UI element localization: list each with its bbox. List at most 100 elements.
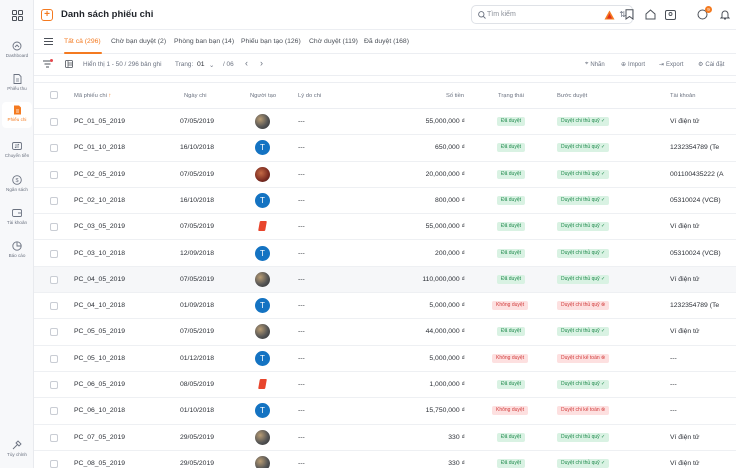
sidebar-item-reports[interactable]: Báo cáo [2, 238, 32, 264]
home-icon[interactable] [644, 8, 657, 21]
sidebar-item-dashboard[interactable]: Dashboard [2, 38, 32, 64]
approval-step-badge: Duyệt chi kế toán ⊗ [557, 353, 610, 363]
search-input[interactable]: Tìm kiếm [487, 11, 516, 18]
payment-code[interactable]: PC_08_05_2019 [74, 460, 125, 467]
approval-step-badge: Duyệt chi thủ quỹ ✓ [557, 327, 610, 337]
table-row[interactable]: PC_01_05_2019 07/05/2019 --- 55,000,000 ₫ Đã… [34, 109, 736, 136]
row-checkbox[interactable] [50, 249, 58, 258]
add-button[interactable]: + [41, 9, 53, 21]
search-icon [478, 11, 486, 21]
table-row[interactable]: PC_03_10_2018 12/09/2018 T --- 200,000 ₫ Đã d… [34, 241, 736, 267]
payment-code[interactable]: PC_05_05_2019 [74, 328, 125, 335]
table-row[interactable]: PC_02_10_2018 16/10/2018 T --- 800,000 ₫ Đã d… [34, 188, 736, 215]
bookmark-icon[interactable] [623, 8, 636, 21]
status-badge: Đã duyệt [497, 458, 526, 468]
bell-icon[interactable] [718, 8, 731, 21]
row-checkbox[interactable] [50, 118, 58, 126]
row-checkbox[interactable] [50, 196, 58, 205]
prev-page-chevron-icon[interactable]: ‹ [245, 58, 248, 68]
payment-code[interactable]: PC_01_05_2019 [74, 118, 125, 125]
table-row[interactable]: PC_03_05_2019 07/05/2019 --- 55,000,000 ₫ Đã… [34, 214, 736, 241]
payment-amount: 55,000,000 ₫ [425, 118, 465, 125]
row-checkbox[interactable] [50, 354, 58, 363]
payment-reason: --- [298, 302, 305, 310]
tab-your-created[interactable]: Phiếu bạn tạo (126) [241, 38, 301, 45]
payment-account: 001100435222 (A [670, 170, 724, 178]
tab-approved[interactable]: Đã duyệt (168) [364, 38, 409, 45]
table-row[interactable]: PC_07_05_2019 29/05/2019 --- 330 ₫ Đã duyệt D… [34, 425, 736, 451]
payment-code[interactable]: PC_02_10_2018 [74, 197, 125, 204]
tab-waiting-you[interactable]: Chờ bạn duyệt (2) [111, 38, 166, 45]
brand-logo-icon[interactable] [603, 8, 616, 21]
table-row[interactable]: PC_04_10_2018 01/09/2018 T --- 5,000,000 ₫ Kh… [34, 293, 736, 320]
profile-card-icon[interactable] [664, 8, 677, 21]
row-checkbox[interactable] [50, 433, 58, 442]
payment-date: 07/05/2019 [180, 328, 215, 336]
payment-code[interactable]: PC_01_10_2018 [74, 144, 125, 151]
tab-pending[interactable]: Chờ duyệt (119) [309, 38, 358, 45]
record-range: Hiển thị 1 - 50 / 296 bản ghi [83, 61, 162, 68]
row-checkbox[interactable] [50, 275, 58, 284]
table-row[interactable]: PC_04_05_2019 07/05/2019 --- 110,000,000 ₫ Đ… [34, 266, 736, 294]
next-page-chevron-icon[interactable]: › [260, 58, 263, 68]
row-checkbox[interactable] [50, 223, 58, 232]
sidebar-item-accounts[interactable]: Tài khoản [2, 205, 32, 231]
col-account-header: Tài khoản [670, 93, 696, 99]
report-icon [12, 240, 23, 251]
sidebar-item-receipts[interactable]: Phiếu thu [2, 71, 32, 97]
table-row[interactable]: PC_06_05_2019 08/05/2019 --- 1,000,000 ₫ Đã … [34, 372, 736, 399]
payment-code[interactable]: PC_02_05_2019 [74, 171, 125, 178]
payment-code[interactable]: PC_05_10_2018 [74, 355, 125, 362]
sidebar-item-transfer[interactable]: Chuyển tiền [2, 138, 32, 164]
status-badge: Đã duyệt [497, 380, 526, 389]
table-row[interactable]: PC_05_10_2018 01/12/2018 T --- 5,000,000 ₫ Kh… [34, 346, 736, 372]
gear-icon: ⚙ [698, 62, 704, 68]
sidebar-item-customize[interactable]: Tùy chỉnh [2, 437, 32, 463]
row-checkbox[interactable] [50, 144, 58, 153]
payment-code[interactable]: PC_06_05_2019 [74, 381, 125, 388]
page-dropdown-chevron-icon[interactable]: ⌄ [209, 61, 214, 69]
row-checkbox[interactable] [50, 170, 58, 179]
payment-account: 05310024 (VCB) [670, 196, 721, 204]
col-code-header[interactable]: Mã phiếu chi ↑ [74, 93, 111, 99]
payment-code[interactable]: PC_03_05_2019 [74, 223, 125, 230]
payment-code[interactable]: PC_07_05_2019 [74, 434, 125, 441]
select-all-checkbox[interactable] [50, 91, 58, 99]
creator-avatar [255, 166, 270, 182]
table-row[interactable]: PC_02_05_2019 07/05/2019 --- 20,000,000 ₫ Đã… [34, 162, 736, 188]
row-checkbox[interactable] [50, 328, 58, 337]
status-badge: Đã duyệt [497, 143, 526, 153]
payment-account: --- [670, 407, 677, 415]
payment-reason: --- [298, 381, 305, 388]
payment-reason: --- [298, 328, 305, 336]
app-grid-icon[interactable] [8, 6, 26, 24]
import-button[interactable]: ⊕ Import [621, 61, 645, 69]
toolbar: Hiển thị 1 - 50 / 296 bản ghi Trang: 01 … [34, 54, 736, 76]
payment-amount: 5,000,000 ₫ [429, 302, 465, 310]
export-button[interactable]: ⇥ Export [659, 61, 683, 69]
table-row[interactable]: PC_08_05_2019 29/05/2019 --- 330 ₫ Đã duyệt D… [34, 451, 736, 468]
settings-button[interactable]: ⚙ Cài đặt [698, 61, 724, 69]
tab-your-department[interactable]: Phòng ban bạn (14) [174, 38, 234, 45]
payment-code[interactable]: PC_04_10_2018 [74, 302, 125, 309]
page-select[interactable]: 01 [197, 61, 205, 68]
row-checkbox[interactable] [50, 381, 58, 389]
table-row[interactable]: PC_06_10_2018 01/10/2018 T --- 15,750,000 ₫ K… [34, 398, 736, 425]
payment-code[interactable]: PC_03_10_2018 [74, 250, 125, 257]
payment-code[interactable]: PC_06_10_2018 [74, 407, 125, 414]
label-button[interactable]: ⌖ Nhãn [585, 61, 605, 68]
sidebar-item-payments[interactable]: Phiếu chi [2, 102, 32, 128]
hamburger-menu-icon[interactable] [44, 38, 53, 47]
row-checkbox[interactable] [50, 459, 58, 468]
table-row[interactable]: PC_05_05_2019 07/05/2019 --- 44,000,000 ₫ Đã… [34, 319, 736, 346]
sidebar-item-budget[interactable]: $ Ngân sách [2, 172, 32, 198]
tab-all[interactable]: Tất cả (296) [64, 38, 101, 45]
payment-code[interactable]: PC_04_05_2019 [74, 276, 125, 283]
row-checkbox[interactable] [50, 302, 58, 311]
approval-step-badge: Duyệt chi thủ quỹ ✓ [557, 143, 610, 153]
payments-table: Mã phiếu chi ↑ Ngày chi Người tạo Lý do … [34, 82, 736, 468]
table-row[interactable]: PC_01_10_2018 16/10/2018 T --- 650,000 ₫ Đã d… [34, 135, 736, 162]
payment-reason: --- [298, 275, 305, 283]
columns-icon[interactable] [65, 60, 73, 70]
row-checkbox[interactable] [50, 407, 58, 416]
